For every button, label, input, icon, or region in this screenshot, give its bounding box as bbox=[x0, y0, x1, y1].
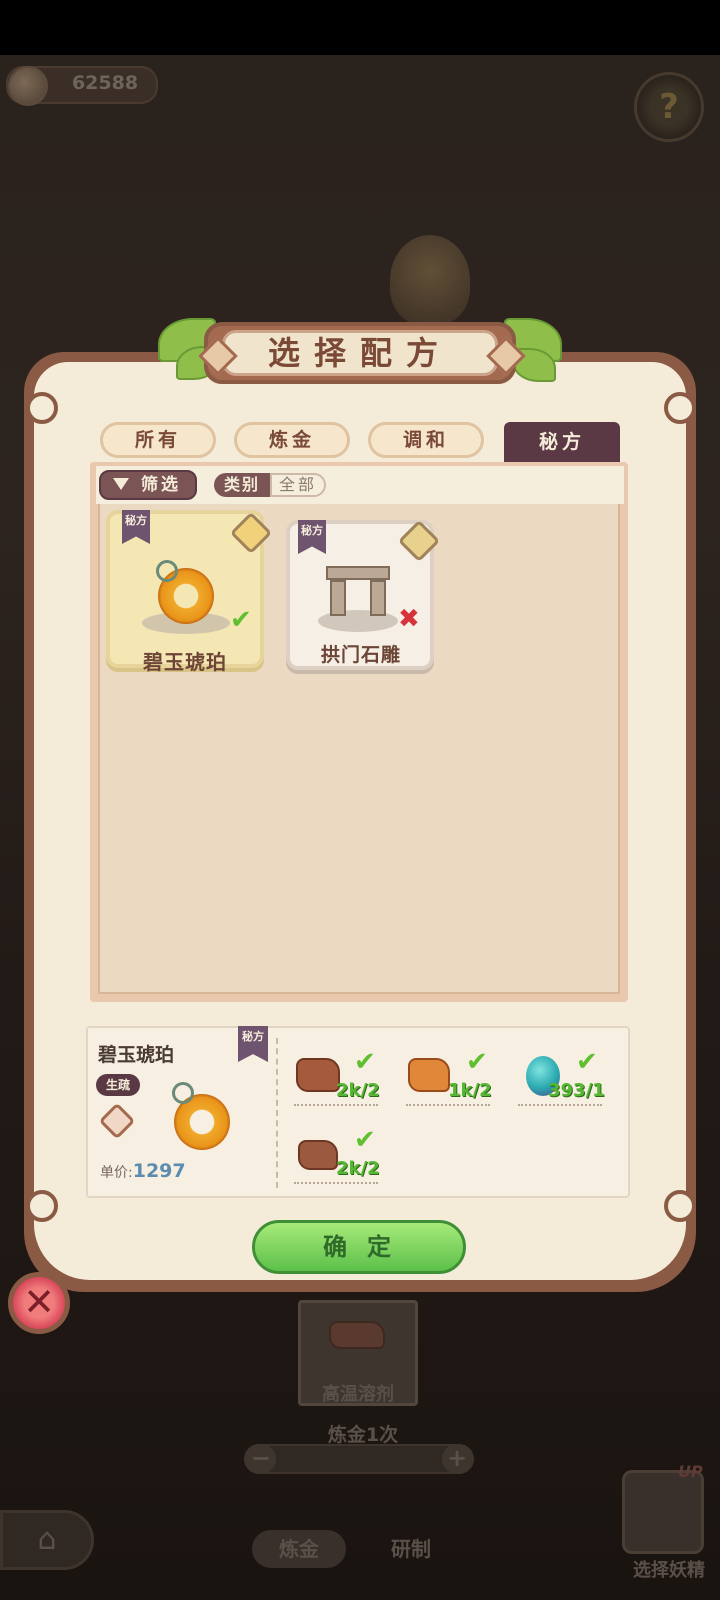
price-value: 1297 bbox=[132, 1160, 186, 1182]
arch-pillar bbox=[330, 580, 346, 616]
recipe-name: 拱门石雕 bbox=[320, 644, 401, 666]
unit-price: 单价:1297 bbox=[100, 1160, 220, 1184]
fire-crystal-icon bbox=[408, 1058, 450, 1092]
check-icon: ✔ bbox=[576, 1047, 598, 1077]
plus-button[interactable]: + bbox=[442, 1444, 472, 1474]
ingredient-count: 1k/2 bbox=[448, 1080, 492, 1101]
select-fairy-label: 选择妖精 bbox=[633, 1560, 705, 1581]
proficiency-badge: 生疏 bbox=[96, 1074, 140, 1096]
available-check-icon: ✔ bbox=[230, 605, 252, 635]
frame-curl-icon bbox=[26, 392, 58, 424]
minus-button[interactable]: − bbox=[246, 1444, 276, 1474]
tab-all[interactable]: 所有 bbox=[100, 422, 216, 458]
ingredient-count: 2k/2 bbox=[336, 1080, 380, 1101]
frame-curl-icon bbox=[664, 1190, 696, 1222]
detail-recipe-name: 碧玉琥珀 bbox=[98, 1044, 175, 1066]
ingredient-count: 393/1 bbox=[548, 1080, 605, 1101]
frame-curl-icon bbox=[26, 1190, 58, 1222]
ingredient-underline bbox=[518, 1104, 602, 1106]
category-label: 类别 bbox=[214, 473, 270, 497]
home-icon: ⌂ bbox=[37, 1522, 57, 1557]
frame-curl-icon bbox=[664, 392, 696, 424]
filter-icon bbox=[113, 478, 129, 490]
filter-button[interactable]: 筛选 bbox=[99, 470, 197, 500]
help-button[interactable]: ? bbox=[634, 72, 704, 142]
alchemy-count-label: 炼金1次 bbox=[327, 1424, 399, 1446]
ingredient-underline bbox=[294, 1182, 378, 1184]
copper-ore-icon bbox=[296, 1058, 340, 1092]
alchemy-count-slider[interactable] bbox=[244, 1444, 474, 1474]
detail-divider bbox=[276, 1038, 278, 1188]
filter-label: 筛选 bbox=[141, 475, 181, 495]
coin-icon bbox=[8, 66, 48, 106]
recipe-name: 碧玉琥珀 bbox=[143, 650, 227, 674]
tab-blend[interactable]: 调和 bbox=[368, 422, 484, 458]
solvent-icon bbox=[329, 1321, 385, 1349]
arch-pillar bbox=[370, 580, 386, 616]
category-dropdown[interactable]: 全部 bbox=[270, 473, 326, 497]
knot-icon bbox=[156, 560, 178, 582]
dialog-title: 选择配方 bbox=[222, 330, 498, 376]
ingredient-count: 2k/2 bbox=[336, 1158, 380, 1179]
ingredient-underline bbox=[406, 1104, 490, 1106]
close-icon: ✕ bbox=[23, 1280, 55, 1324]
current-recipe-label: 高温溶剂 bbox=[322, 1384, 394, 1405]
home-button[interactable]: ⌂ bbox=[0, 1510, 94, 1570]
check-icon: ✔ bbox=[354, 1047, 376, 1077]
confirm-button[interactable]: 确定 bbox=[252, 1220, 466, 1274]
up-tag: UP bbox=[678, 1462, 703, 1481]
question-icon: ? bbox=[659, 87, 679, 127]
currency-value: 62588 bbox=[71, 72, 139, 94]
status-bar bbox=[0, 0, 720, 55]
ingredient-underline bbox=[294, 1104, 378, 1106]
check-icon: ✔ bbox=[466, 1047, 488, 1077]
arch-stone-icon bbox=[326, 566, 390, 580]
close-button[interactable]: ✕ bbox=[8, 1272, 70, 1334]
fairy-silhouette bbox=[390, 235, 470, 325]
unavailable-cross-icon: ✖ bbox=[398, 604, 420, 634]
tab-alchemy[interactable]: 炼金 bbox=[234, 422, 350, 458]
wood-block-icon bbox=[298, 1140, 338, 1170]
fairy-select-card[interactable] bbox=[622, 1470, 704, 1554]
price-label: 单价: bbox=[100, 1165, 133, 1181]
tab-secret[interactable]: 秘方 bbox=[504, 422, 620, 462]
knot-icon bbox=[172, 1082, 194, 1104]
bottom-tab-research[interactable]: 研制 bbox=[364, 1530, 458, 1568]
check-icon: ✔ bbox=[354, 1125, 376, 1155]
bottom-tab-alchemy[interactable]: 炼金 bbox=[252, 1530, 346, 1568]
